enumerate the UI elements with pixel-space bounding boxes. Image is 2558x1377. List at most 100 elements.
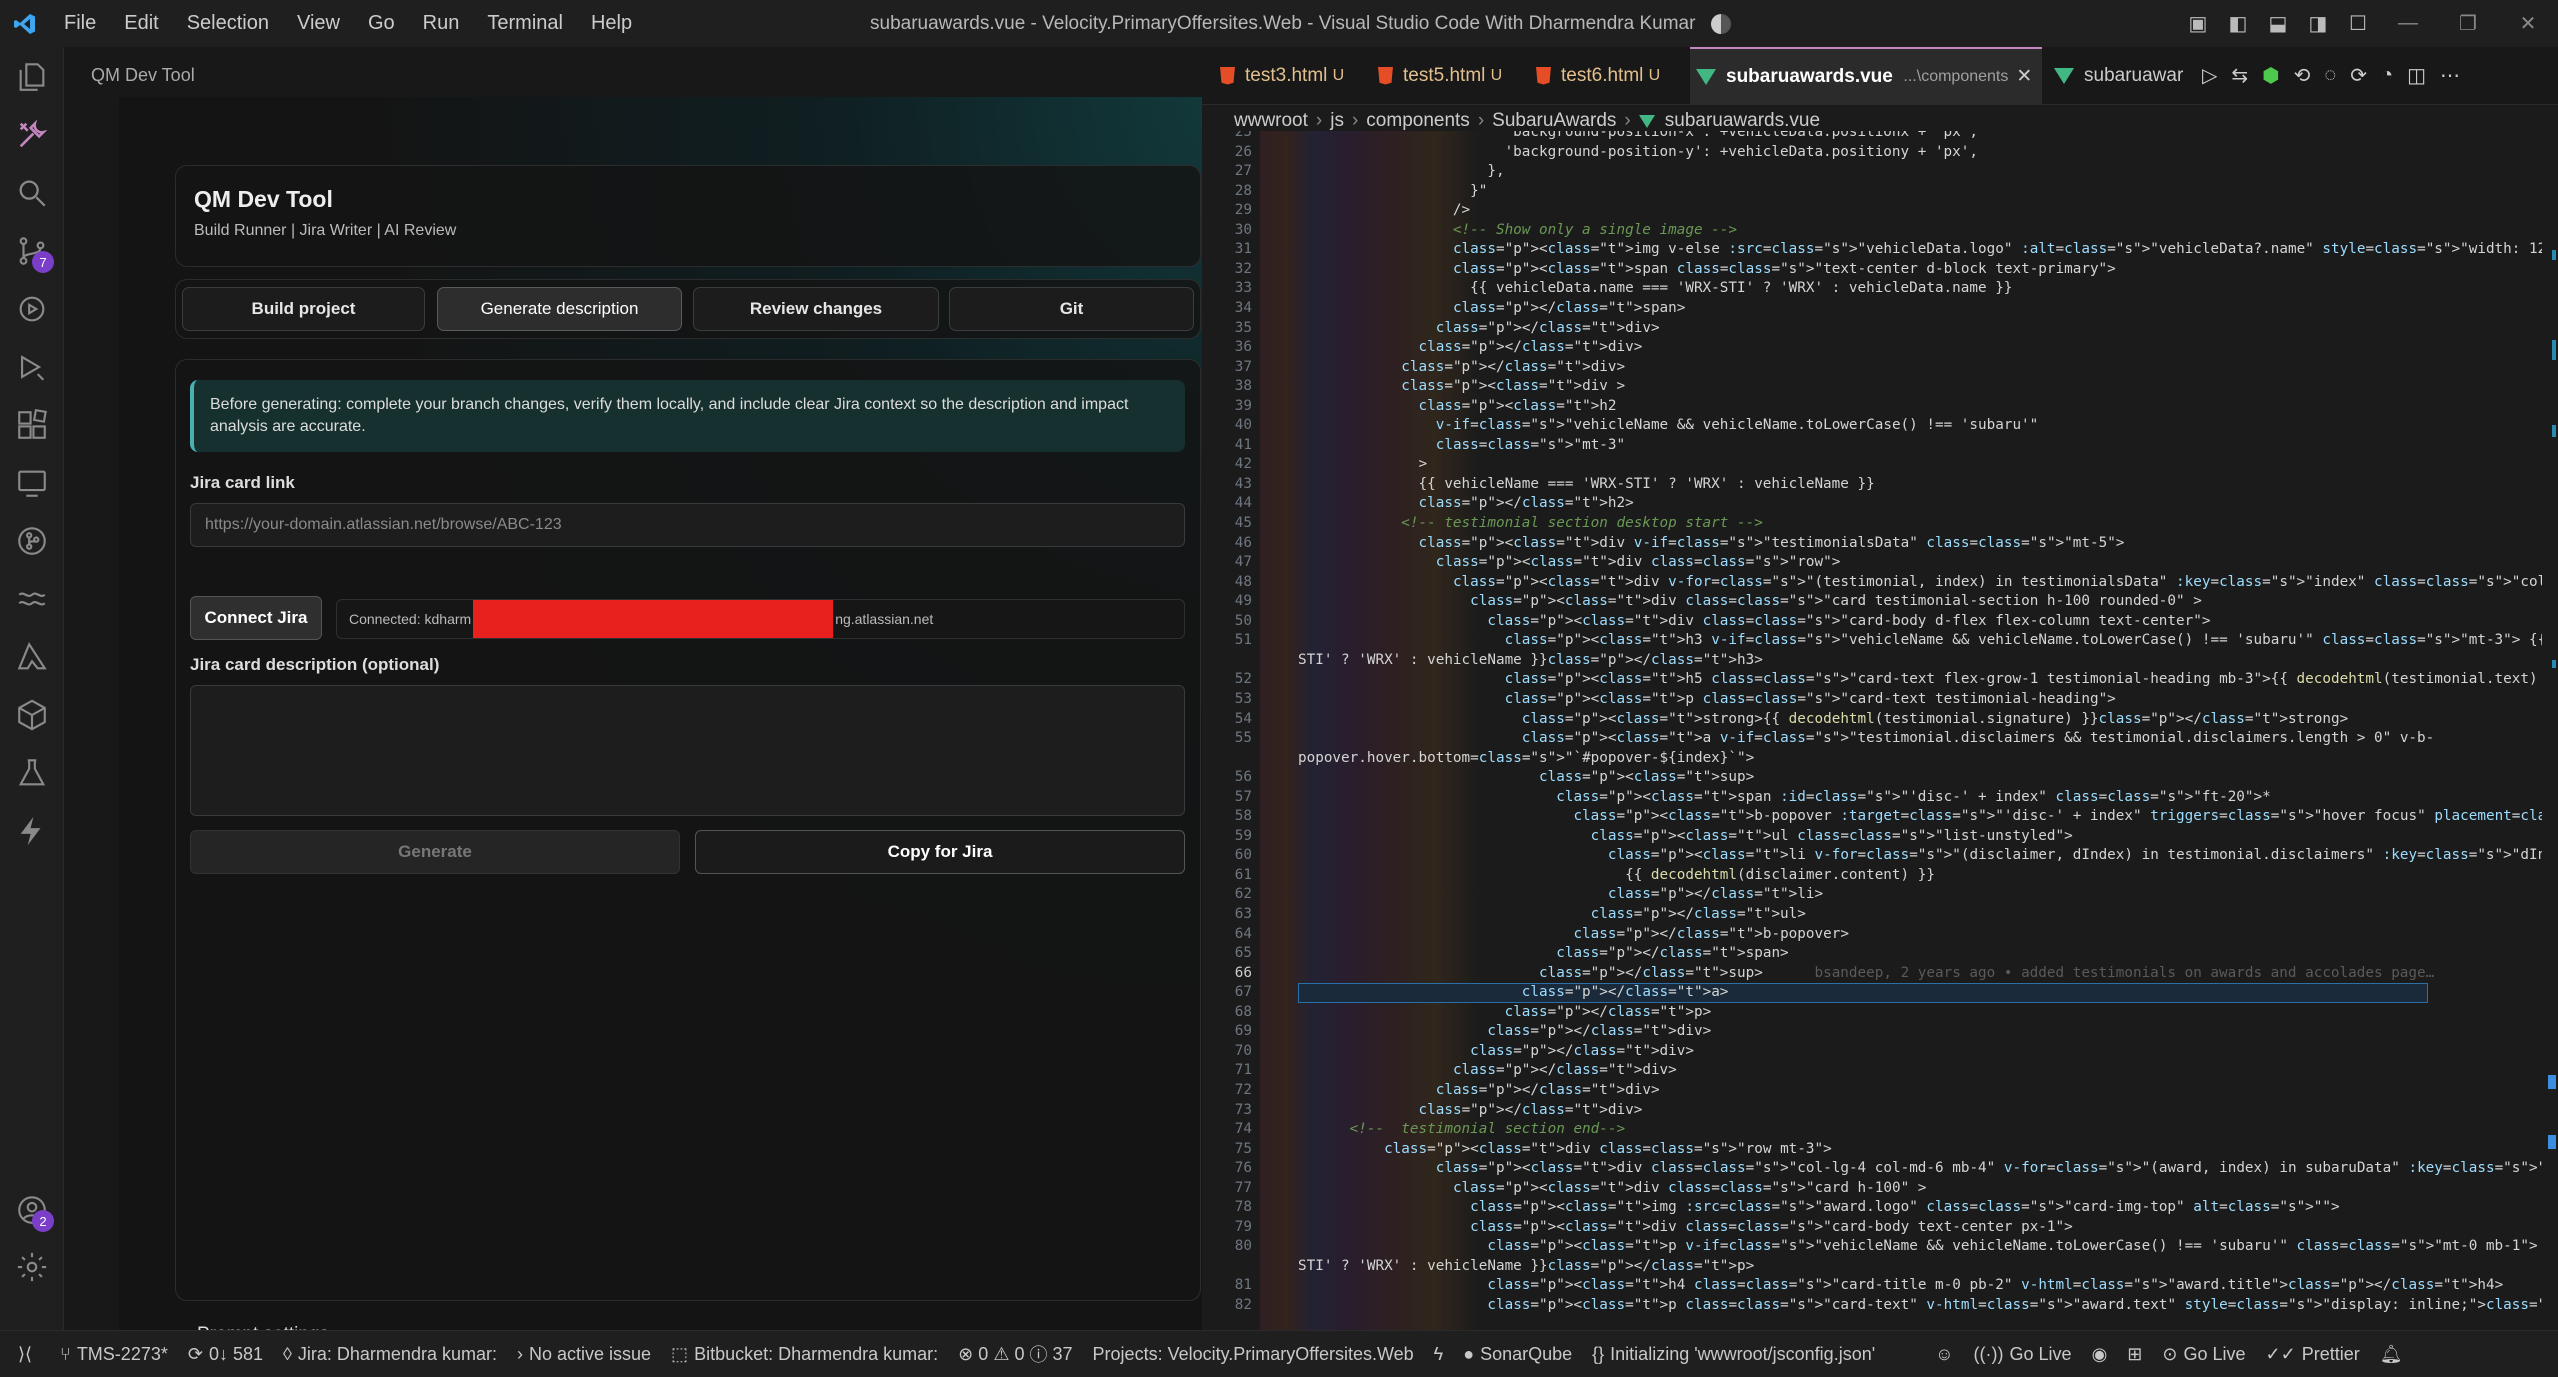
search-icon[interactable] [12,173,52,213]
menu-selection[interactable]: Selection [173,0,283,47]
status-issue[interactable]: › No active issue [507,1344,661,1365]
maximize-button[interactable]: ❐ [2438,0,2498,47]
editor-tab-test3[interactable]: test3.html U [1220,47,1344,104]
testing-icon[interactable] [12,347,52,387]
line-number: 35 [1234,319,1252,336]
close-window-button[interactable]: ✕ [2498,0,2558,47]
run-icon[interactable]: ▷ [2202,63,2231,88]
status-prettier[interactable]: ✓✓ Prettier [2256,1344,2370,1365]
scrollbar[interactable] [2542,105,2558,1330]
code-text: class="p"><class="t">span class=class="s… [1452,260,2116,277]
close-tab-icon[interactable]: ✕ [2016,65,2032,88]
extensions-icon[interactable] [12,405,52,445]
breadcrumb-subaruawards[interactable]: SubaruAwards [1492,110,1616,132]
code-line: 80 class="p"><class="t">p v-if=class="s"… [1202,1237,2542,1257]
code-editor[interactable]: 25 'background-position-x': +vehicleData… [1202,131,2542,1330]
status-problems[interactable]: ⊗ 0 ⚠ 0 ⓘ 37 [948,1341,1082,1367]
tab-review-changes[interactable]: Review changes [693,287,939,331]
copilot-status-icon[interactable]: ☺ [1925,1344,1963,1365]
code-text: class="p"><class="t">img v-else :src=cla… [1452,241,2542,258]
line-number: 32 [1234,260,1252,277]
menu-go[interactable]: Go [354,0,409,47]
azure-icon[interactable] [12,637,52,677]
code-line: 65 class="p"></class="t">span> [1202,944,2542,964]
tab-generate-description[interactable]: Generate description [437,287,682,331]
menu-view[interactable]: View [283,0,354,47]
line-number: 25 [1234,131,1252,140]
thunder-client-icon[interactable] [12,811,52,851]
run-debug-icon[interactable] [12,289,52,329]
jira-link-input[interactable]: https://your-domain.atlassian.net/browse… [190,503,1185,547]
line-number: 76 [1234,1160,1252,1177]
code-text: {{ decodehtml(disclaimer.content) }} [1298,866,1935,883]
more-actions-icon[interactable]: ⋯ [2440,63,2474,88]
status-project[interactable]: Projects: Velocity.PrimaryOffersites.Web [1083,1344,1424,1365]
breadcrumb-wwwroot[interactable]: wwwroot [1234,110,1308,132]
breadcrumb-file[interactable]: subaruawards.vue [1665,110,1820,132]
code-line: 46 class="p"><class="t">div v-if=class="… [1202,534,2542,554]
editor-tab-test6[interactable]: test6.html U [1536,47,1660,104]
flask-icon[interactable] [12,753,52,793]
remote-indicator-icon[interactable]: ⟩⟨ [0,1344,50,1365]
status-go-live-2[interactable]: ⊙ Go Live [2152,1344,2255,1365]
graph-icon[interactable]: ◔ [2381,64,2407,87]
tab-build-project[interactable]: Build project [182,287,425,331]
status-init[interactable]: {} Initializing 'wwwroot/jsconfig.json' [1582,1344,1885,1365]
github-icon[interactable]: ◉ [2082,1344,2118,1365]
toggle-sidebar-icon[interactable]: ◧ [2223,9,2253,39]
git-graph-icon[interactable] [12,521,52,561]
copy-for-jira-button[interactable]: Copy for Jira [695,830,1185,874]
code-text: class="p"></class="t">span> [1452,299,1686,316]
breadcrumb-components[interactable]: components [1366,110,1470,132]
split-editor-icon[interactable]: ◫ [2407,63,2440,88]
jira-description-textarea[interactable] [190,685,1185,816]
menu-help[interactable]: Help [577,0,646,47]
line-number: 47 [1234,554,1252,571]
chat-icon[interactable]: ☐ [2343,9,2373,39]
code-text: class="p"></class="t">div> [1418,339,1643,356]
explorer-icon[interactable] [12,57,52,97]
layout-icon[interactable]: ▣ [2183,9,2213,39]
source-control-icon[interactable]: 7 [12,231,54,273]
generate-button[interactable]: Generate [190,830,680,874]
back-icon[interactable]: ⟲ [2294,63,2325,88]
menu-terminal[interactable]: Terminal [473,0,577,47]
remote-explorer-icon[interactable] [12,463,52,503]
status-sync[interactable]: ⟳ 0↓ 581 [178,1344,273,1365]
status-sonarqube[interactable]: ● SonarQube [1453,1344,1582,1365]
copilot-icon[interactable] [1711,13,1732,34]
accounts-icon[interactable]: 2 [12,1190,54,1232]
breadcrumb-js[interactable]: js [1330,110,1344,132]
settings-gear-icon[interactable] [12,1247,52,1287]
code-line: 35 class="p"></class="t">div> [1202,319,2542,339]
code-text: class="p"><class="t">div class=class="s"… [1470,593,2202,610]
status-jira[interactable]: ◊ Jira: Dharmendra kumar: [273,1344,507,1365]
lightning-icon[interactable]: ϟ [1424,1344,1454,1365]
extension-action-icon[interactable]: ⬢ [2262,63,2293,88]
toggle-secondary-sidebar-icon[interactable]: ◨ [2303,9,2333,39]
docker-icon[interactable] [12,695,52,735]
status-bitbucket[interactable]: ⬚ Bitbucket: Dharmendra kumar: [661,1344,948,1365]
menu-file[interactable]: File [50,0,110,47]
forward-icon[interactable]: ⟳ [2350,63,2381,88]
editor-tab-subaruawards-active[interactable]: subaruawards.vue ...\components ✕ [1690,47,2042,104]
line-number: 30 [1234,221,1252,238]
compare-icon[interactable]: ⇆ [2231,63,2262,88]
qm-dev-tool-icon[interactable] [12,115,52,155]
editor-tab-subaruawards-preview[interactable]: subaruawar [2054,47,2183,104]
line-number: 53 [1234,690,1252,707]
menu-edit[interactable]: Edit [110,0,172,47]
status-go-live-1[interactable]: ((·)) Go Live [1964,1344,2082,1365]
connect-jira-button[interactable]: Connect Jira [190,596,322,640]
tab-git[interactable]: Git [949,287,1194,331]
menu-run[interactable]: Run [409,0,474,47]
toggle-panel-icon[interactable]: ⬓ [2263,9,2293,39]
warning-icon: ⚠ [993,1343,1010,1364]
wave-icon[interactable] [12,579,52,619]
extension-status-icon[interactable]: ⊞ [2117,1344,2152,1365]
status-branch[interactable]: ⑂ TMS-2273* [50,1344,178,1365]
notifications-bell-icon[interactable]: 🔔︎ [2370,1344,2413,1365]
minimize-button[interactable]: — [2378,0,2438,47]
gitlens-icon[interactable]: ◌ [2324,64,2350,87]
editor-tab-test5[interactable]: test5.html U [1378,47,1502,104]
